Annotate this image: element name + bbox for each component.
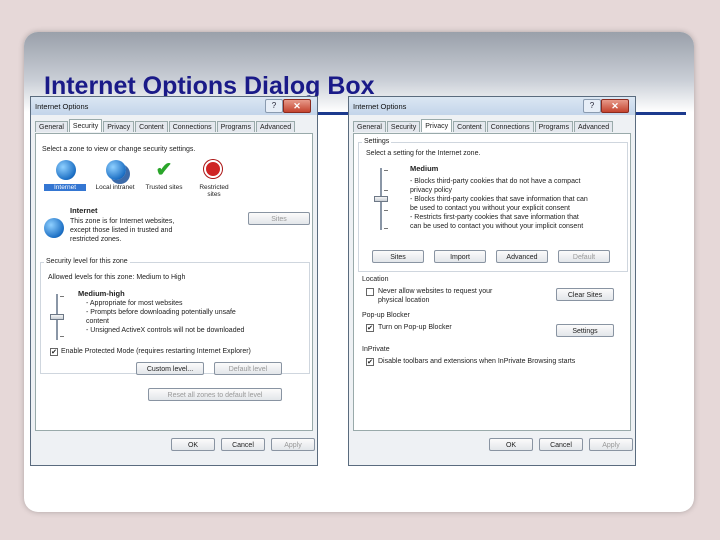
- close-button[interactable]: ✕: [283, 99, 311, 113]
- privacy-desc-3: - Blocks third-party cookies that save i…: [410, 196, 588, 203]
- slider-tick: [384, 170, 388, 171]
- settings-label: Settings: [362, 138, 392, 145]
- allowed-levels-label: Allowed levels for this zone: Medium to …: [48, 274, 186, 281]
- slider-tick: [384, 190, 388, 191]
- security-slider-thumb[interactable]: [50, 314, 64, 320]
- tab-connections[interactable]: Connections: [168, 121, 216, 132]
- zone-name: Internet: [70, 206, 98, 215]
- popup-settings-button[interactable]: Settings: [556, 324, 614, 337]
- sites-button[interactable]: Sites: [248, 212, 310, 225]
- tab-advanced[interactable]: Advanced: [255, 121, 296, 132]
- internet-options-dialog-privacy: Internet Options ? ✕ General Security Pr…: [348, 96, 636, 466]
- tab-programs[interactable]: Programs: [216, 121, 255, 132]
- location-check-line-1: Never allow websites to request your: [378, 288, 493, 295]
- intranet-icon: [106, 160, 126, 180]
- cancel-button[interactable]: Cancel: [221, 438, 265, 451]
- tab-strip: General Security Privacy Content Connect…: [35, 119, 313, 133]
- level-desc-1: - Appropriate for most websites: [86, 300, 183, 307]
- popup-blocker-check-label: Turn on Pop-up Blocker: [378, 324, 452, 331]
- location-label: Location: [362, 276, 389, 283]
- default-level-button[interactable]: Default level: [214, 362, 282, 375]
- tab-strip: General Security Privacy Content Connect…: [353, 119, 631, 133]
- apply-button[interactable]: Apply: [271, 438, 315, 451]
- custom-level-button[interactable]: Custom level...: [136, 362, 204, 375]
- privacy-desc-1: - Blocks third-party cookies that do not…: [410, 178, 581, 185]
- tab-security[interactable]: Security: [68, 119, 103, 132]
- security-level-label: Security level for this zone: [44, 258, 130, 265]
- privacy-desc-4: be used to contact you without your expl…: [410, 205, 570, 212]
- privacy-slider-thumb[interactable]: [374, 196, 388, 202]
- title-bar: Internet Options ? ✕: [31, 97, 317, 115]
- reset-all-zones-button[interactable]: Reset all zones to default level: [148, 388, 282, 401]
- cancel-button[interactable]: Cancel: [539, 438, 583, 451]
- zone-label-internet: Internet: [44, 184, 86, 191]
- zone-desc-line-2: except those listed in trusted and: [70, 227, 173, 234]
- checkmark-icon: ✔: [155, 159, 173, 181]
- tab-security[interactable]: Security: [386, 121, 421, 132]
- globe-icon: [56, 160, 76, 180]
- tab-content[interactable]: Content: [135, 121, 168, 132]
- protected-mode-label: Enable Protected Mode (requires restarti…: [61, 348, 251, 355]
- select-zone-label: Select a zone to view or change security…: [42, 146, 196, 153]
- popup-blocker-label: Pop-up Blocker: [362, 312, 410, 319]
- import-button[interactable]: Import: [434, 250, 486, 263]
- restricted-icon: [204, 160, 222, 178]
- ok-button[interactable]: OK: [171, 438, 215, 451]
- close-button[interactable]: ✕: [601, 99, 629, 113]
- dialog-title: Internet Options: [353, 102, 407, 111]
- slider-tick: [384, 210, 388, 211]
- zone-label-trusted: Trusted sites: [145, 184, 183, 191]
- protected-mode-checkbox[interactable]: ✔: [50, 348, 58, 356]
- internet-options-dialog-security: Internet Options ? ✕ General Security Pr…: [30, 96, 318, 466]
- tab-general[interactable]: General: [353, 121, 386, 132]
- inprivate-checkbox[interactable]: ✔: [366, 358, 374, 366]
- zone-desc-line-3: restricted zones.: [70, 236, 122, 243]
- privacy-level-name: Medium: [410, 164, 439, 173]
- zone-internet[interactable]: [56, 160, 76, 180]
- title-bar: Internet Options ? ✕: [349, 97, 635, 115]
- level-name: Medium-high: [78, 289, 125, 298]
- tab-advanced[interactable]: Advanced: [573, 121, 614, 132]
- advanced-button[interactable]: Advanced: [496, 250, 548, 263]
- default-button[interactable]: Default: [558, 250, 610, 263]
- slider-tick: [60, 296, 64, 297]
- zone-trusted-sites[interactable]: ✔: [154, 160, 174, 180]
- apply-button[interactable]: Apply: [589, 438, 633, 451]
- zone-label-intranet: Local intranet: [95, 184, 135, 191]
- zone-desc-line-1: This zone is for Internet websites,: [70, 218, 175, 225]
- inprivate-check-label: Disable toolbars and extensions when InP…: [378, 358, 576, 365]
- level-desc-3: content: [86, 318, 109, 325]
- level-desc-2: - Prompts before downloading potentially…: [86, 309, 236, 316]
- sites-button[interactable]: Sites: [372, 250, 424, 263]
- tab-privacy[interactable]: Privacy: [103, 121, 135, 132]
- tab-general[interactable]: General: [35, 121, 68, 132]
- tab-programs[interactable]: Programs: [534, 121, 573, 132]
- ok-button[interactable]: OK: [489, 438, 533, 451]
- help-button[interactable]: ?: [265, 99, 283, 113]
- tab-privacy[interactable]: Privacy: [421, 119, 453, 132]
- privacy-desc-6: can be used to contact you without your …: [410, 223, 584, 230]
- tab-content[interactable]: Content: [453, 121, 486, 132]
- inprivate-label: InPrivate: [362, 346, 390, 353]
- privacy-panel: Settings Select a setting for the Intern…: [353, 133, 631, 431]
- zone-detail-icon: [44, 218, 64, 238]
- help-button[interactable]: ?: [583, 99, 601, 113]
- privacy-desc-2: privacy policy: [410, 187, 453, 194]
- slider-tick: [60, 336, 64, 337]
- location-checkbox[interactable]: [366, 288, 374, 296]
- privacy-desc-5: - Restricts first-party cookies that sav…: [410, 214, 579, 221]
- select-setting-label: Select a setting for the Internet zone.: [366, 150, 481, 157]
- clear-sites-button[interactable]: Clear Sites: [556, 288, 614, 301]
- zone-restricted-sites[interactable]: [204, 160, 224, 180]
- slider-tick: [384, 228, 388, 229]
- popup-blocker-checkbox[interactable]: ✔: [366, 324, 374, 332]
- dialog-title: Internet Options: [35, 102, 89, 111]
- zone-label-restricted: Restricted sites: [199, 184, 229, 198]
- globe-icon: [44, 218, 64, 238]
- zone-local-intranet[interactable]: [106, 160, 126, 180]
- level-desc-4: - Unsigned ActiveX controls will not be …: [86, 327, 245, 334]
- security-panel: Select a zone to view or change security…: [35, 133, 313, 431]
- location-check-line-2: physical location: [378, 297, 430, 304]
- tab-connections[interactable]: Connections: [486, 121, 534, 132]
